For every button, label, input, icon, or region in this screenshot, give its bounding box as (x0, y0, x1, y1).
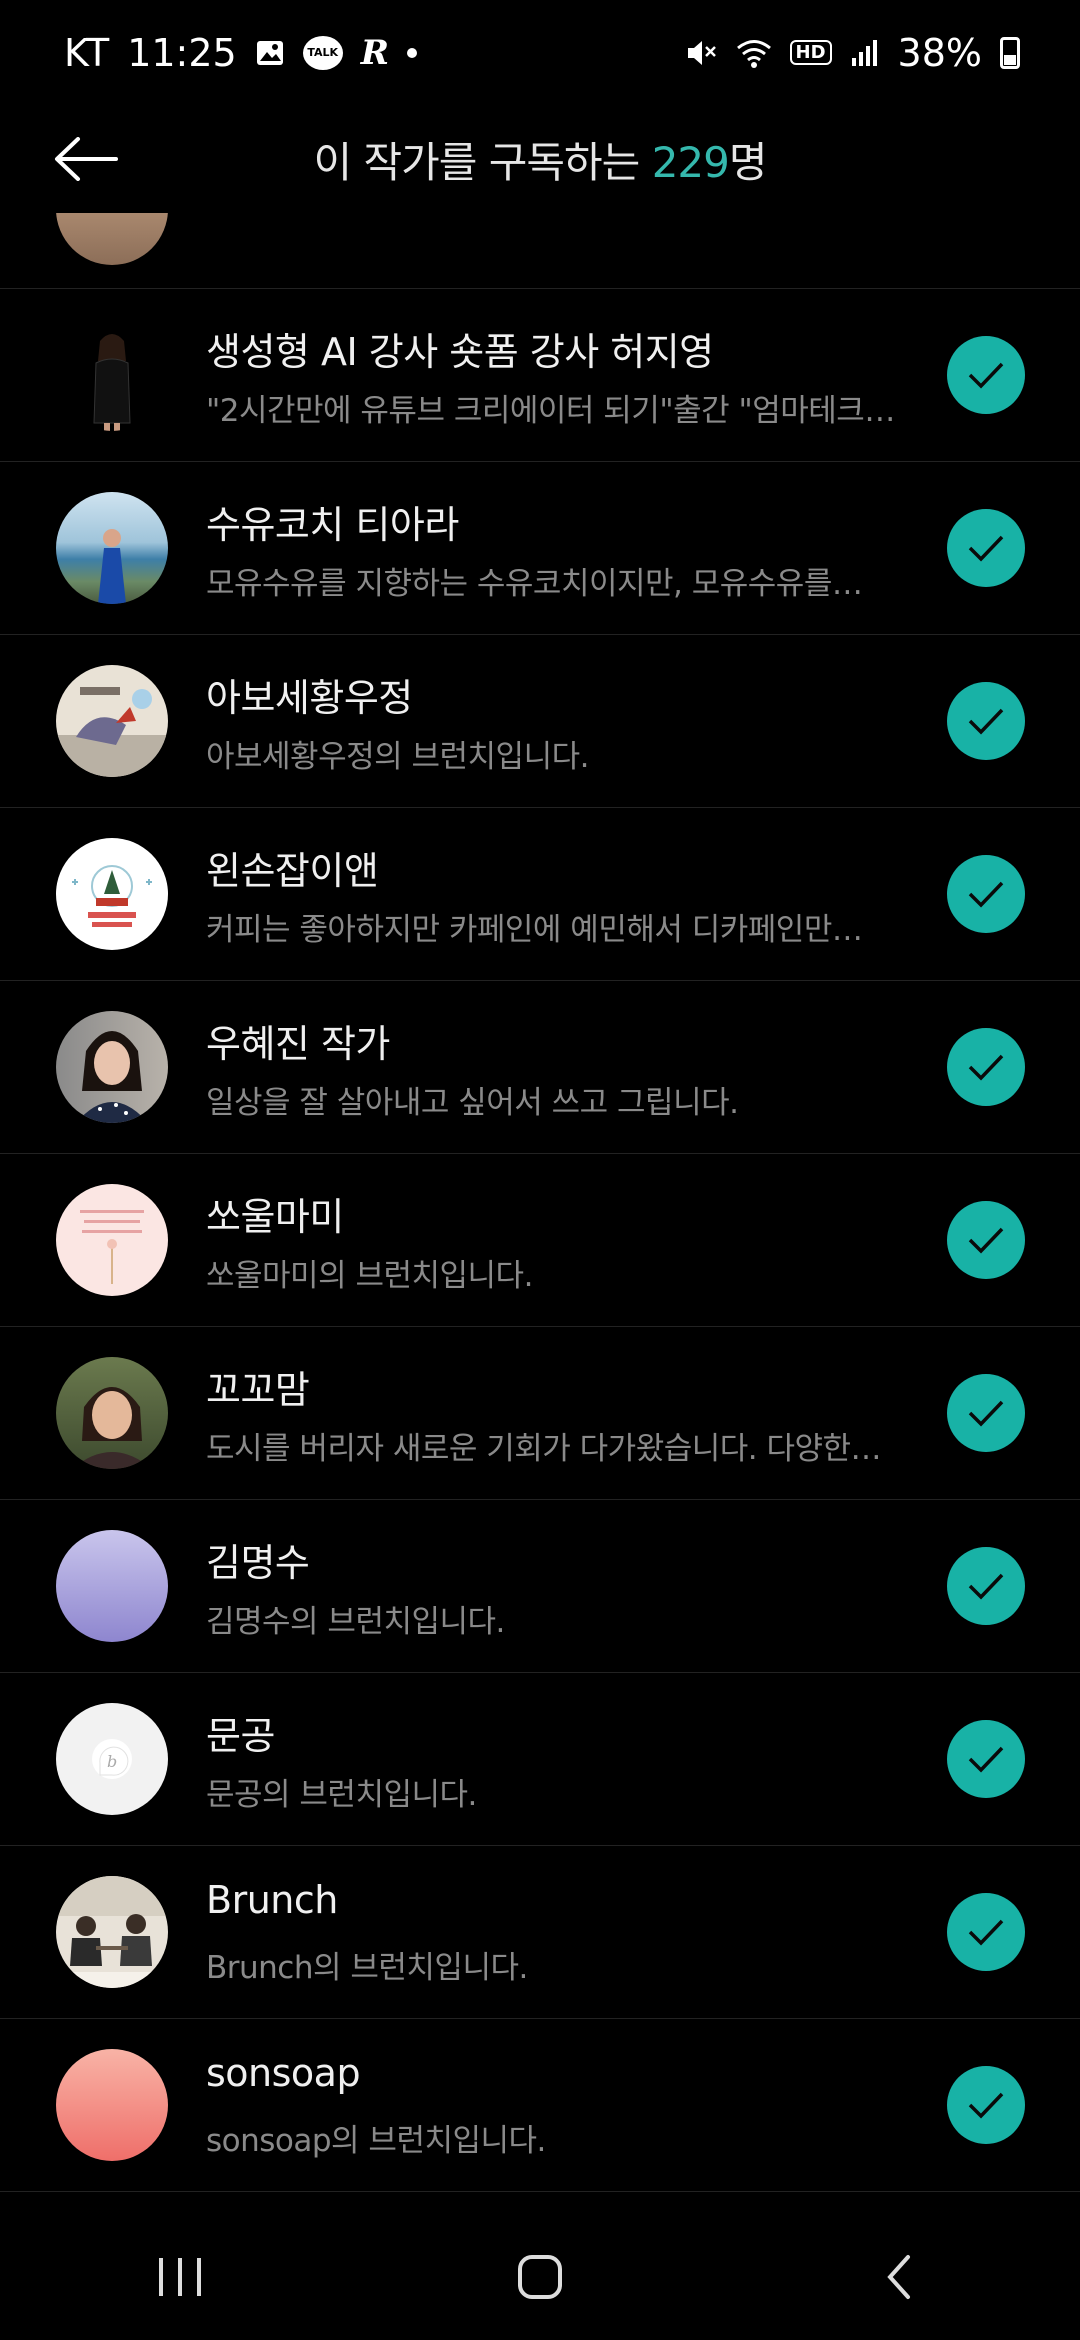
subscriber-name: 수유코치 티아라 (206, 503, 459, 547)
subscriber-name: 꼬꼬맘 (206, 1368, 310, 1412)
subscriber-name: 우혜진 작가 (206, 1022, 390, 1066)
subscriber-name: Brunch (206, 1878, 338, 1922)
recent-apps-button[interactable] (120, 2232, 240, 2322)
subscribed-check-button[interactable] (947, 1547, 1025, 1625)
wifi-icon (736, 37, 772, 69)
avatar (56, 319, 168, 431)
subscribed-check-button[interactable] (947, 336, 1025, 414)
subscriber-name: 왼손잡이앤 (206, 849, 379, 893)
subscriber-name: 쏘울마미 (206, 1195, 344, 1239)
avatar (56, 1184, 168, 1296)
avatar (56, 2049, 168, 2161)
list-item[interactable]: 우혜진 작가 일상을 잘 살아내고 싶어서 쓰고 그립니다. (0, 981, 1080, 1154)
list-item[interactable]: 아보세황우정 아보세황우정의 브런치입니다. (0, 635, 1080, 808)
subscriber-description: sonsoap의 브런치입니다. (206, 2123, 546, 2159)
kakaotalk-icon: TALK (302, 35, 343, 70)
avatar (56, 1011, 168, 1123)
subscribed-check-button[interactable] (947, 1201, 1025, 1279)
subscriber-name: 아보세황우정 (206, 676, 413, 720)
avatar (56, 838, 168, 950)
chevron-left-icon (887, 2254, 910, 2299)
checkmark-icon (968, 1746, 1004, 1773)
subscribed-check-button[interactable] (947, 509, 1025, 587)
back-button[interactable] (50, 127, 122, 191)
subscribed-check-button[interactable] (947, 1374, 1025, 1452)
subscriber-description: 도시를 버리자 새로운 기회가 다가왔습니다. 다양한… (206, 1431, 882, 1467)
list-item[interactable]: 생성형 AI 강사 숏폼 강사 허지영 "2시간만에 유튜브 크리에이터 되기"… (0, 289, 1080, 462)
subscribed-check-button[interactable] (947, 1028, 1025, 1106)
list-item[interactable]: 수유코치 티아라 모유수유를 지향하는 수유코치이지만, 모유수유를… (0, 462, 1080, 635)
hd-voice-badge: HD (789, 40, 832, 65)
system-nav-bar (0, 2213, 1080, 2340)
avatar: b (56, 1703, 168, 1815)
subscribed-check-button[interactable] (947, 682, 1025, 760)
checkmark-icon (968, 1573, 1004, 1600)
r-app-icon: R (360, 32, 389, 73)
subscriber-name: 김명수 (206, 1541, 310, 1585)
svg-text:b: b (107, 1752, 117, 1771)
home-button[interactable] (480, 2232, 600, 2322)
subscriber-description: 커피는 좋아하지만 카페인에 예민해서 디카페인만… (206, 912, 863, 948)
subscriber-description: "2시간만에 유튜브 크리에이터 되기"출간 "엄마테크… (206, 393, 895, 429)
title-suffix: 명 (728, 137, 768, 187)
avatar (56, 1530, 168, 1642)
system-back-button[interactable] (840, 2232, 960, 2322)
subscribed-check-button[interactable] (947, 1720, 1025, 1798)
subscriber-description: 일상을 잘 살아내고 싶어서 쓰고 그립니다. (206, 1085, 739, 1121)
subscriber-description: 쏘울마미의 브런치입니다. (206, 1258, 533, 1294)
mute-icon (684, 36, 718, 70)
home-icon (518, 2254, 562, 2299)
clock: 11:25 (127, 30, 237, 75)
title-prefix: 이 작가를 구독하는 (313, 137, 652, 187)
subscribed-check-button[interactable] (947, 855, 1025, 933)
list-item[interactable]: Brunch Brunch의 브런치입니다. (0, 1846, 1080, 2019)
checkmark-icon (968, 1227, 1004, 1254)
subscriber-description: 모유수유를 지향하는 수유코치이지만, 모유수유를… (206, 566, 863, 602)
app-header: 이 작가를 구독하는 229명 (0, 105, 1080, 213)
subscriber-name: 문공 (206, 1714, 275, 1758)
list-item[interactable]: 꼬꼬맘 도시를 버리자 새로운 기회가 다가왔습니다. 다양한… (0, 1327, 1080, 1500)
subscribed-check-button[interactable] (947, 2066, 1025, 2144)
notification-dot-icon (406, 47, 417, 58)
avatar (56, 1876, 168, 1988)
subscriber-description: 김명수의 브런치입니다. (206, 1604, 505, 1640)
checkmark-icon (968, 535, 1004, 562)
subscriber-description: 문공의 브런치입니다. (206, 1777, 477, 1813)
subscriber-count: 229 (651, 137, 730, 187)
list-item[interactable]: 왼손잡이앤 커피는 좋아하지만 카페인에 예민해서 디카페인만… (0, 808, 1080, 981)
battery-icon (1000, 36, 1020, 69)
subscriber-name: 생성형 AI 강사 숏폼 강사 허지영 (206, 330, 714, 374)
subscribed-check-button[interactable] (947, 1893, 1025, 1971)
list-item[interactable]: sonsoap sonsoap의 브런치입니다. (0, 2019, 1080, 2192)
list-item[interactable]: b 문공 문공의 브런치입니다. (0, 1673, 1080, 1846)
checkmark-icon (968, 881, 1004, 908)
avatar (56, 213, 168, 265)
brunch-logo-icon: b (92, 1739, 132, 1779)
subscriber-description: Brunch의 브런치입니다. (206, 1950, 528, 1986)
checkmark-icon (968, 2092, 1004, 2119)
checkmark-icon (968, 362, 1004, 389)
gallery-icon (255, 38, 285, 68)
checkmark-icon (968, 708, 1004, 735)
carrier-label: KT (64, 30, 110, 75)
list-item-partial[interactable] (0, 213, 1080, 289)
list-item[interactable]: 쏘울마미 쏘울마미의 브런치입니다. (0, 1154, 1080, 1327)
recent-apps-icon (159, 2257, 201, 2296)
avatar (56, 492, 168, 604)
checkmark-icon (968, 1054, 1004, 1081)
list-item[interactable]: 김명수 김명수의 브런치입니다. (0, 1500, 1080, 1673)
subscriber-name: sonsoap (206, 2051, 361, 2095)
subscriber-description: 아보세황우정의 브런치입니다. (206, 739, 589, 775)
page-title: 이 작가를 구독하는 229명 (313, 129, 768, 190)
signal-icon (850, 38, 880, 68)
avatar (56, 1357, 168, 1469)
checkmark-icon (968, 1400, 1004, 1427)
checkmark-icon (968, 1919, 1004, 1946)
battery-percent: 38% (897, 30, 982, 75)
status-bar: KT 11:25 TALK R HD 38% (0, 0, 1080, 105)
avatar (56, 665, 168, 777)
arrow-left-icon (55, 137, 118, 181)
subscriber-list: 생성형 AI 강사 숏폼 강사 허지영 "2시간만에 유튜브 크리에이터 되기"… (0, 213, 1080, 2213)
